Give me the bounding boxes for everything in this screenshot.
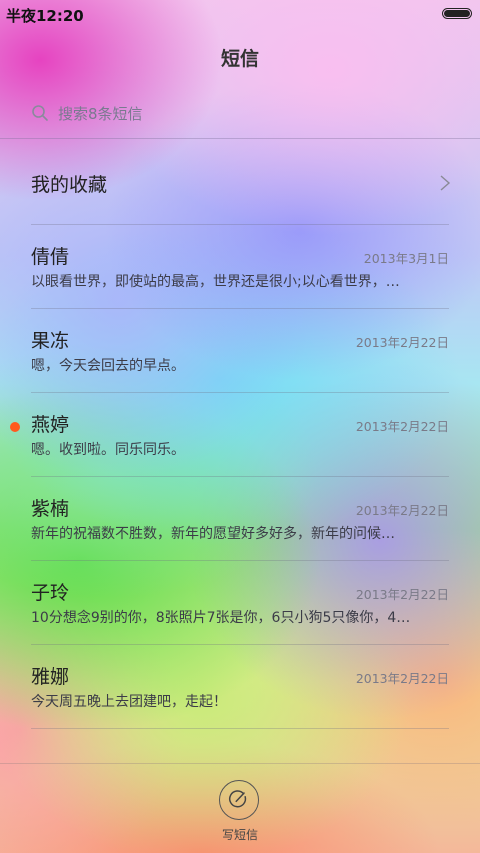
contact-name: 雅娜	[31, 666, 70, 688]
bottom-bar-divider	[0, 763, 480, 764]
battery-icon	[442, 8, 472, 19]
message-preview: 新年的祝福数不胜数，新年的愿望好多好多，新年的问候…	[31, 526, 395, 542]
contact-name: 倩倩	[31, 246, 70, 268]
unread-dot-icon	[10, 422, 20, 432]
row-divider	[31, 392, 449, 393]
search-divider	[0, 138, 480, 139]
search-placeholder: 搜索8条短信	[58, 105, 143, 123]
contact-name: 果冻	[31, 330, 70, 352]
favorites-item[interactable]: 我的收藏	[0, 140, 480, 224]
list-end	[0, 728, 480, 729]
message-date: 2013年2月22日	[355, 503, 449, 518]
compose-icon	[219, 780, 259, 820]
message-date: 2013年2月22日	[355, 419, 449, 434]
row-divider	[31, 476, 449, 477]
message-preview: 以眼看世界，即使站的最高，世界还是很小;以心看世界，…	[31, 274, 400, 290]
message-date: 2013年2月22日	[355, 587, 449, 602]
conversation-row[interactable]: 倩倩 2013年3月1日 以眼看世界，即使站的最高，世界还是很小;以心看世界，…	[0, 224, 480, 308]
message-preview: 嗯，今天会回去的早点。	[31, 358, 185, 374]
status-bar: 半夜12:20	[0, 0, 480, 28]
conversation-row[interactable]: 果冻 2013年2月22日 嗯，今天会回去的早点。	[0, 308, 480, 392]
conversation-list: 倩倩 2013年3月1日 以眼看世界，即使站的最高，世界还是很小;以心看世界，……	[0, 224, 480, 729]
message-date: 2013年2月22日	[355, 335, 449, 350]
contact-name: 子玲	[31, 582, 70, 604]
message-date: 2013年2月22日	[355, 671, 449, 686]
search-icon	[32, 105, 48, 121]
conversation-row[interactable]: 紫楠 2013年2月22日 新年的祝福数不胜数，新年的愿望好多好多，新年的问候…	[0, 476, 480, 560]
row-divider	[31, 224, 449, 225]
conversation-row[interactable]: 燕婷 2013年2月22日 嗯。收到啦。同乐同乐。	[0, 392, 480, 476]
page-title: 短信	[220, 48, 259, 70]
contact-name: 紫楠	[31, 498, 70, 520]
message-preview: 今天周五晚上去团建吧，走起！	[31, 694, 227, 710]
row-divider	[31, 728, 449, 729]
conversation-row[interactable]: 子玲 2013年2月22日 10分想念9别的你，8张照片7张是你，6只小狗5只像…	[0, 560, 480, 644]
message-preview: 嗯。收到啦。同乐同乐。	[31, 442, 185, 458]
contact-name: 燕婷	[31, 414, 70, 436]
compose-button[interactable]: 写短信	[0, 778, 480, 848]
status-time: 半夜12:20	[6, 7, 84, 25]
compose-label: 写短信	[221, 828, 258, 842]
chevron-right-icon	[440, 175, 451, 191]
row-divider	[31, 560, 449, 561]
row-divider	[31, 644, 449, 645]
conversation-row[interactable]: 雅娜 2013年2月22日 今天周五晚上去团建吧，走起！	[0, 644, 480, 728]
message-date: 2013年3月1日	[363, 251, 449, 266]
row-divider	[31, 308, 449, 309]
favorites-label: 我的收藏	[31, 174, 108, 196]
message-preview: 10分想念9别的你，8张照片7张是你，6只小狗5只像你，4…	[31, 610, 411, 626]
search-input[interactable]: 搜索8条短信	[0, 96, 480, 134]
